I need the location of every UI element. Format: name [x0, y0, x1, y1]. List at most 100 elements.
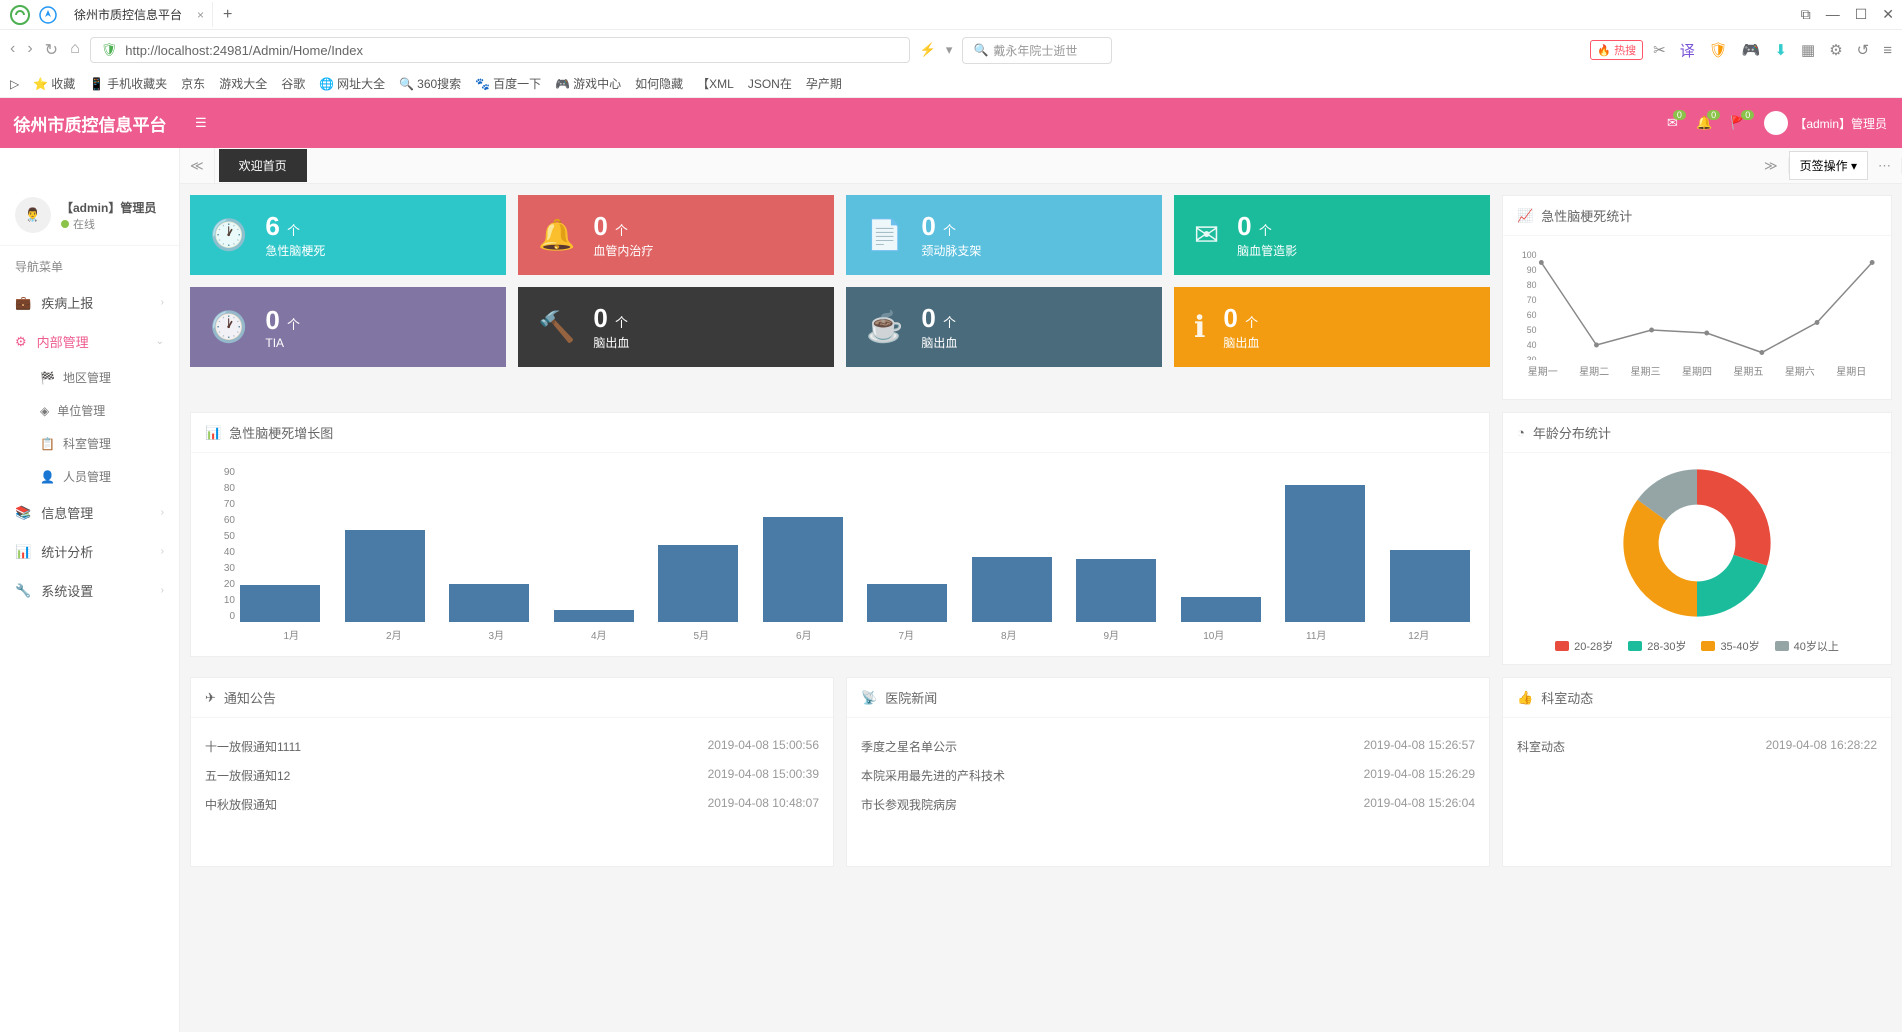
bookmarks-bar: ▷ ⭐ 收藏 📱 手机收藏夹 京东 游戏大全 谷歌 🌐 网址大全 🔍 360搜索…: [0, 70, 1902, 98]
stat-label: 脑血管造影: [1237, 242, 1297, 259]
translate-icon[interactable]: 译: [1680, 40, 1695, 61]
stat-box[interactable]: 🔔 0 个 血管内治疗: [518, 195, 834, 275]
sidebar-sub-dept[interactable]: 📋科室管理: [0, 427, 179, 460]
grid-icon[interactable]: ▦: [1801, 41, 1815, 59]
bookmark-item[interactable]: 孕产期: [806, 75, 842, 92]
gear-icon[interactable]: ⚙: [1829, 41, 1842, 59]
scissors-icon[interactable]: ✂: [1653, 41, 1666, 59]
bookmark-item[interactable]: 如何隐藏: [635, 75, 683, 92]
list-item[interactable]: 季度之星名单公示2019-04-08 15:26:57: [861, 732, 1475, 761]
browser-tab[interactable]: 徐州市质控信息平台 ×: [64, 2, 213, 27]
list-item[interactable]: 市长参观我院病房2019-04-08 15:26:04: [861, 790, 1475, 819]
close-icon[interactable]: ×: [197, 8, 204, 22]
list-item[interactable]: 十一放假通知11112019-04-08 15:00:56: [205, 732, 819, 761]
chevron-down-icon[interactable]: ▾: [946, 42, 953, 58]
bookmark-item[interactable]: 游戏大全: [219, 75, 267, 92]
sidebar-item-info[interactable]: 📚 信息管理 ›: [0, 493, 179, 532]
svg-text:60: 60: [1527, 310, 1537, 320]
flag-icon[interactable]: 🚩0: [1730, 115, 1746, 131]
stat-number: 0 个: [593, 303, 629, 334]
stat-box[interactable]: 🕐 6 个 急性脑梗死: [190, 195, 506, 275]
list-item[interactable]: 本院采用最先进的产科技术2019-04-08 15:26:29: [861, 761, 1475, 790]
stat-label: 脑出血: [593, 334, 629, 351]
tab-title: 徐州市质控信息平台: [74, 6, 182, 23]
user-menu[interactable]: 【admin】管理员: [1764, 111, 1887, 135]
tab-prev-icon[interactable]: ≪: [180, 148, 215, 183]
stat-number: 0 个: [1237, 211, 1297, 242]
item-time: 2019-04-08 15:26:29: [1364, 767, 1475, 784]
stat-box[interactable]: 🕐 0 个 TIA: [190, 287, 506, 367]
svg-text:80: 80: [1527, 280, 1537, 290]
chart-icon: 📊: [205, 425, 221, 441]
message-icon[interactable]: ✉0: [1667, 115, 1678, 131]
nav-forward-icon[interactable]: ›: [27, 40, 32, 60]
sidebar-item-disease[interactable]: 💼 疾病上报 ›: [0, 283, 179, 322]
mail-icon: ✉: [1194, 218, 1219, 253]
stat-box[interactable]: 🔨 0 个 脑出血: [518, 287, 834, 367]
list-item[interactable]: 科室动态2019-04-08 16:28:22: [1517, 732, 1877, 761]
sidebar-item-settings[interactable]: 🔧 系统设置 ›: [0, 571, 179, 610]
nav-reload-icon[interactable]: ↻: [45, 40, 58, 60]
flag-icon: 🏁: [40, 371, 55, 385]
legend-item: 35-40岁: [1701, 638, 1759, 654]
download-icon[interactable]: ⬇: [1774, 41, 1787, 59]
bell-icon[interactable]: 🔔0: [1696, 115, 1712, 131]
legend-item: 20-28岁: [1555, 638, 1613, 654]
address-bar[interactable]: 🛡 http://localhost:24981/Admin/Home/Inde…: [90, 37, 910, 63]
item-title: 科室动态: [1517, 738, 1565, 755]
sidebar-sub-region[interactable]: 🏁地区管理: [0, 361, 179, 394]
bookmark-menu-icon[interactable]: ▷: [10, 77, 19, 91]
bookmark-item[interactable]: JSON在: [748, 75, 792, 92]
sidebar-sub-person[interactable]: 👤人员管理: [0, 460, 179, 493]
window-close-icon[interactable]: ✕: [1882, 6, 1894, 23]
tab-more-icon[interactable]: ⋯: [1868, 158, 1902, 174]
lightning-icon[interactable]: ⚡: [920, 42, 936, 58]
sidebar-sub-unit[interactable]: ◈单位管理: [0, 394, 179, 427]
bookmark-item[interactable]: 【XML: [697, 75, 734, 92]
sidebar: 👨‍⚕️ 【admin】管理员 在线 导航菜单 💼 疾病上报 › ⚙ 内部管理 …: [0, 99, 180, 1032]
hamburger-icon[interactable]: ☰: [180, 115, 222, 131]
dept-panel: 👍科室动态 科室动态2019-04-08 16:28:22: [1502, 677, 1892, 867]
stat-box[interactable]: ✉ 0 个 脑血管造影: [1174, 195, 1490, 275]
bookmark-item[interactable]: 京东: [181, 75, 205, 92]
tab-next-icon[interactable]: ≫: [1754, 158, 1789, 174]
security-icon[interactable]: 🛡: [1709, 41, 1728, 59]
tools-icon: 🔧: [15, 583, 31, 599]
gear-icon: ⚙: [15, 334, 27, 350]
stat-box[interactable]: 📄 0 个 颈动脉支架: [846, 195, 1162, 275]
nav-title: 导航菜单: [0, 246, 179, 283]
game-icon[interactable]: 🎮: [1742, 41, 1761, 59]
bookmark-item[interactable]: 🔍 360搜索: [399, 75, 461, 92]
sidebar-item-stats[interactable]: 📊 统计分析 ›: [0, 532, 179, 571]
sidebar-item-internal[interactable]: ⚙ 内部管理 ⌄: [0, 322, 179, 361]
bookmark-item[interactable]: 🌐 网址大全: [319, 75, 385, 92]
hot-tag[interactable]: 🔥 热搜: [1590, 40, 1643, 60]
list-item[interactable]: 中秋放假通知2019-04-08 10:48:07: [205, 790, 819, 819]
stat-number: 0 个: [593, 211, 653, 242]
bookmark-item[interactable]: 谷歌: [281, 75, 305, 92]
stat-row: 🕐 0 个 TIA🔨 0 个 脑出血☕ 0 个 脑出血ℹ 0 个 脑出血: [190, 287, 1490, 367]
stat-box[interactable]: ☕ 0 个 脑出血: [846, 287, 1162, 367]
bookmark-item[interactable]: ⭐ 收藏: [33, 75, 75, 92]
bookmark-item[interactable]: 🎮 游戏中心: [555, 75, 621, 92]
tab-ops-button[interactable]: 页签操作 ▾: [1789, 151, 1868, 180]
tab-home[interactable]: 欢迎首页: [219, 149, 307, 182]
refresh-icon[interactable]: ↺: [1857, 41, 1870, 59]
item-title: 市长参观我院病房: [861, 796, 957, 813]
svg-text:90: 90: [1527, 265, 1537, 275]
panel-title: 急性脑梗死增长图: [229, 423, 333, 442]
stat-box[interactable]: ℹ 0 个 脑出血: [1174, 287, 1490, 367]
list-item[interactable]: 五一放假通知122019-04-08 15:00:39: [205, 761, 819, 790]
nav-home-icon[interactable]: ⌂: [70, 40, 80, 60]
bookmark-item[interactable]: 🐾 百度一下: [475, 75, 541, 92]
panel-title: 通知公告: [224, 688, 276, 707]
window-restore-icon[interactable]: ⧉: [1801, 6, 1811, 23]
window-maximize-icon[interactable]: ☐: [1855, 6, 1868, 23]
window-minimize-icon[interactable]: —: [1826, 6, 1840, 23]
new-tab-button[interactable]: +: [213, 6, 242, 24]
nav-back-icon[interactable]: ‹: [10, 40, 15, 60]
search-input[interactable]: 🔍 戴永年院士逝世: [962, 37, 1112, 64]
location-icon[interactable]: [36, 3, 60, 27]
menu-icon[interactable]: ≡: [1883, 42, 1892, 59]
bookmark-item[interactable]: 📱 手机收藏夹: [89, 75, 167, 92]
